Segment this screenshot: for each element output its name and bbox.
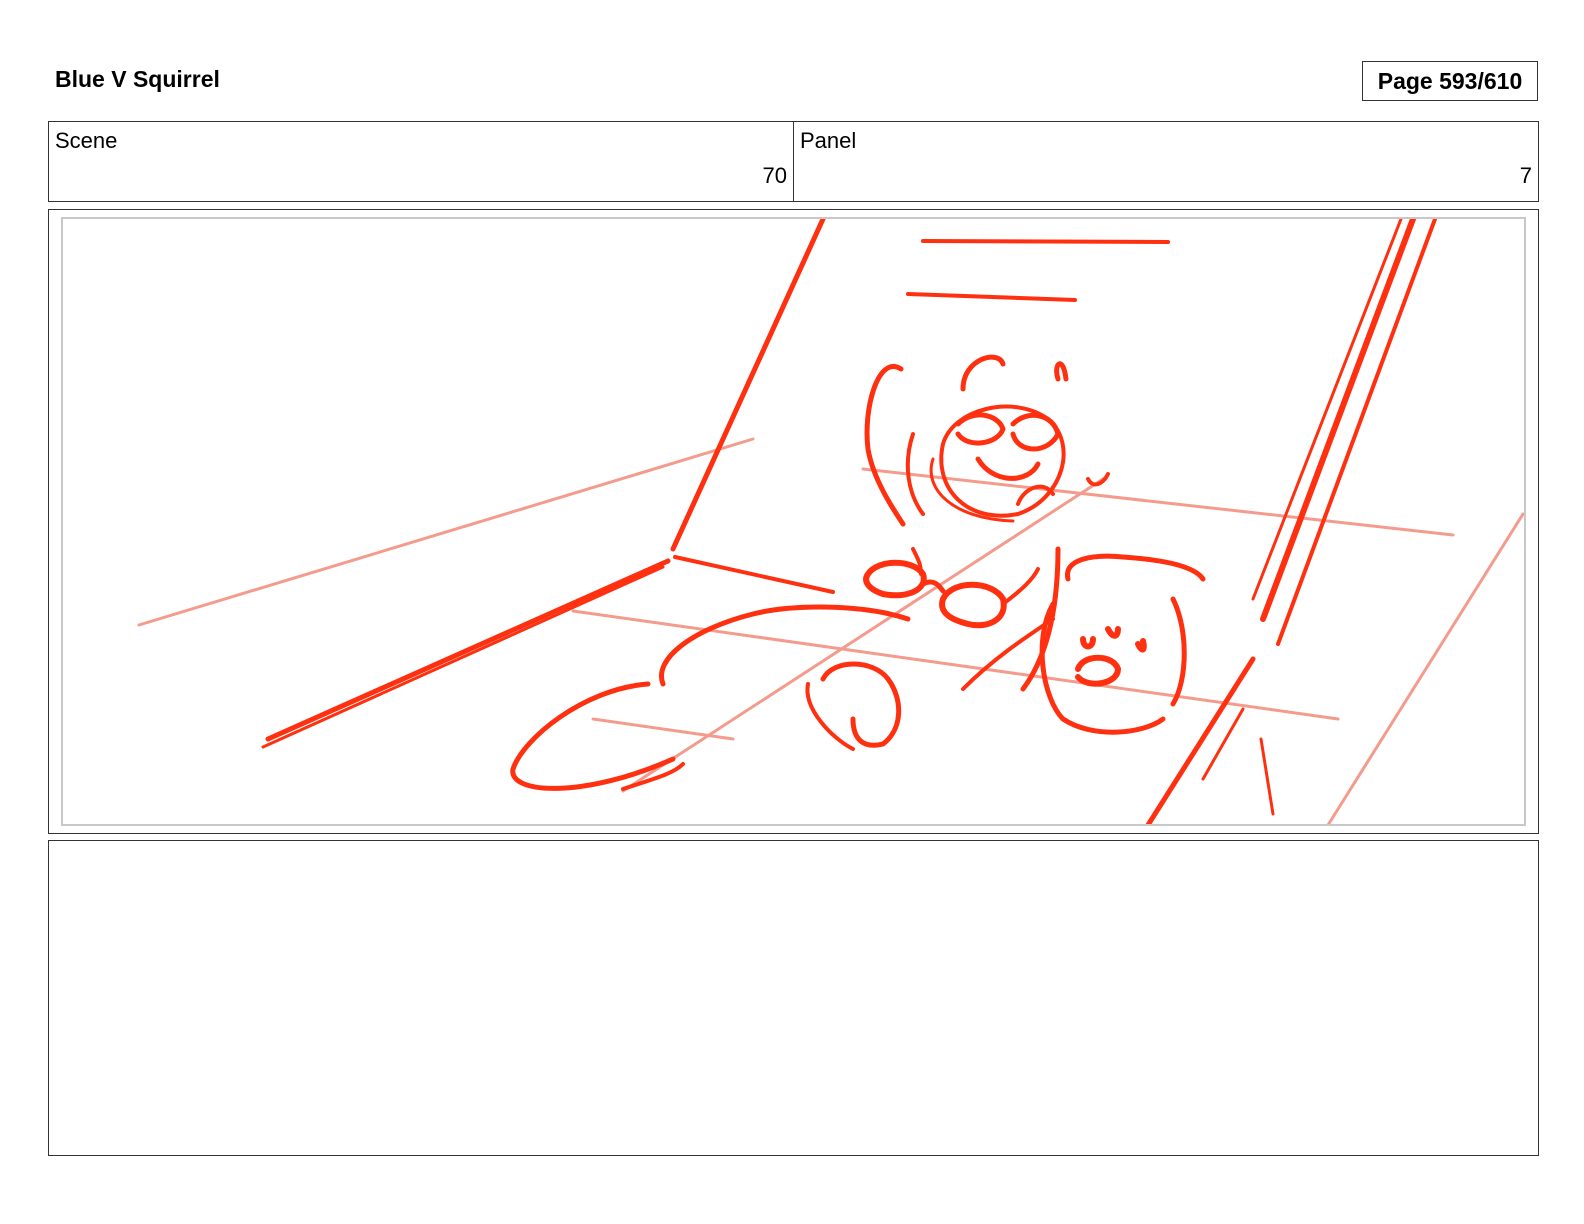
door-frame-stroke — [1145, 656, 1256, 824]
sack-face-stroke — [1080, 636, 1096, 650]
chain-stroke — [1001, 567, 1040, 606]
perspective-guide-line — [861, 467, 1455, 537]
sack-face-stroke — [1075, 654, 1121, 687]
sack-body-stroke — [1065, 553, 1206, 582]
door-frame-stroke — [1276, 219, 1437, 646]
squirrel-paw-stroke — [820, 661, 902, 748]
shackle-stroke — [863, 559, 927, 599]
sack-body-stroke — [1170, 596, 1187, 707]
floor-edge-stroke — [265, 558, 671, 742]
panel-value: 7 — [1519, 163, 1532, 188]
door-frame-stroke — [1260, 219, 1416, 622]
ceiling-stroke — [906, 292, 1077, 302]
sack-face-stroke — [1105, 626, 1121, 639]
storyboard-panel-frame — [48, 209, 1539, 834]
floor-edge-stroke — [673, 555, 835, 594]
squirrel-ear-stroke — [960, 354, 1006, 392]
perspective-guide-line — [1326, 512, 1524, 824]
page-number-box: Page 593/610 — [1362, 61, 1538, 101]
panel-cell: Panel 7 — [793, 122, 1538, 201]
door-frame-stroke — [1259, 737, 1275, 816]
scene-cell: Scene 70 — [49, 122, 793, 201]
perspective-guide-line — [137, 437, 755, 627]
door-frame-stroke — [1251, 219, 1403, 601]
scene-value: 70 — [762, 163, 787, 188]
squirrel-ear-stroke — [864, 364, 906, 527]
storyboard-drawing-area — [61, 217, 1526, 826]
squirrel-eye-stroke — [955, 412, 1006, 446]
scene-panel-info-row: Scene 70 Panel 7 — [48, 121, 1539, 202]
scene-label: Scene — [55, 128, 118, 153]
ceiling-stroke — [921, 239, 1170, 244]
shackle-stroke — [939, 581, 1007, 629]
perspective-guide-line — [591, 717, 735, 741]
panel-notes-box — [48, 840, 1539, 1156]
sack-face-stroke — [1135, 638, 1147, 653]
door-frame-stroke — [1201, 707, 1245, 781]
sack-body-stroke — [1039, 601, 1166, 735]
panel-label: Panel — [800, 128, 857, 153]
squirrel-ear-stroke — [1054, 361, 1069, 382]
storyboard-sketch — [137, 219, 1524, 824]
squirrel-tail-stroke — [659, 604, 911, 687]
squirrel-cheek-stroke — [1086, 472, 1110, 487]
document-title: Blue V Squirrel — [55, 66, 220, 92]
page-number: Page 593/610 — [1377, 67, 1523, 94]
squirrel-eye-stroke — [1010, 412, 1061, 452]
wall-edge-stroke — [670, 219, 826, 552]
squirrel-mouth-stroke — [975, 456, 1041, 481]
squirrel-paw-stroke — [805, 682, 855, 751]
